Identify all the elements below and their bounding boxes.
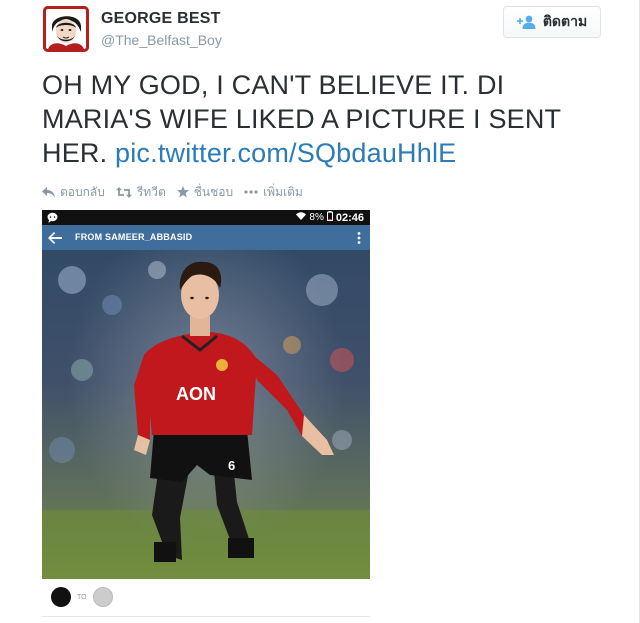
favorite-label: ชื่นชอบ	[193, 184, 234, 199]
tweet-divider	[42, 616, 370, 617]
back-arrow-icon	[48, 231, 62, 249]
overflow-menu-icon	[357, 231, 361, 249]
shirt-number: 6	[228, 458, 235, 473]
battery-percent: 8%	[309, 212, 324, 223]
tweet-text: OH MY GOD, I CAN'T BELIEVE IT. DI MARIA'…	[42, 68, 602, 170]
tweet-media-link[interactable]: pic.twitter.com/SQbdauHhlE	[115, 138, 456, 168]
retweet-action[interactable]: รีทวีต	[115, 183, 166, 202]
sender-avatar	[51, 587, 71, 607]
follow-button-label: ติดตาม	[542, 13, 588, 29]
profile-avatar[interactable]	[43, 6, 89, 52]
reply-label: ตอบกลับ	[60, 184, 105, 199]
phone-status-bar: 8% 02:46	[42, 210, 370, 225]
reply-icon	[42, 186, 55, 198]
wifi-icon	[296, 212, 307, 223]
chat-bubble-icon	[47, 212, 58, 223]
dm-from-label: FROM SAMEER_ABBASID	[75, 232, 193, 242]
phone-time: 02:46	[335, 211, 364, 224]
tweet-media[interactable]: 8% 02:46 FROM SAMEER_ABBASID 6 AON	[42, 210, 370, 579]
more-dots-icon	[244, 190, 258, 194]
to-label: TO	[77, 593, 87, 601]
battery-icon	[326, 211, 333, 224]
media-footer: TO	[42, 584, 370, 610]
favorite-action[interactable]: ชื่นชอบ	[176, 183, 234, 202]
tweet-actions: ตอบกลับ รีทวีต ชื่นชอบ เพิ่มเติม	[42, 183, 303, 201]
retweet-label: รีทวีต	[136, 184, 166, 199]
retweet-icon	[115, 186, 132, 198]
reply-action[interactable]: ตอบกลับ	[42, 183, 105, 202]
dm-header: FROM SAMEER_ABBASID	[42, 225, 370, 250]
shirt-sponsor: AON	[176, 384, 216, 404]
follow-button[interactable]: ติดตาม	[503, 6, 601, 38]
star-icon	[176, 186, 189, 198]
more-action[interactable]: เพิ่มเติม	[244, 183, 303, 202]
receiver-avatar	[92, 587, 113, 607]
display-name[interactable]: GEORGE BEST	[101, 10, 221, 28]
more-label: เพิ่มเติม	[263, 184, 303, 199]
football-player-photo: 6 AON	[42, 250, 370, 579]
follow-person-plus-icon	[516, 15, 537, 29]
username-handle[interactable]: @The_Belfast_Boy	[101, 32, 222, 48]
phone-status-right: 8% 02:46	[296, 211, 364, 224]
